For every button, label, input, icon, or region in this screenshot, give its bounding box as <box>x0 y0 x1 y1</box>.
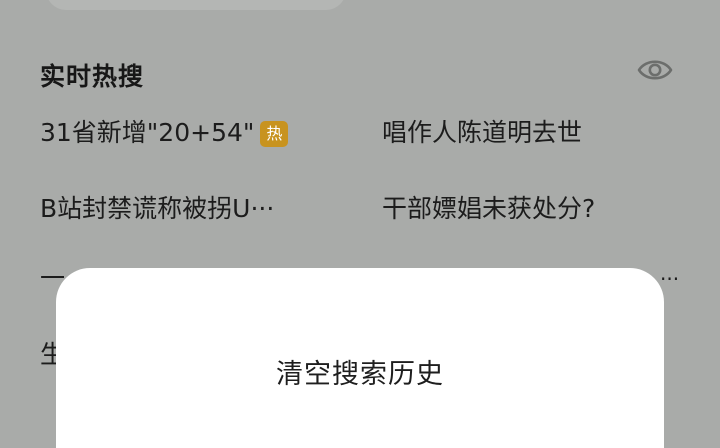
eye-icon[interactable] <box>636 56 674 84</box>
hot-search-title: 实时热搜 <box>40 62 145 91</box>
hot-search-item-3[interactable]: B站封禁谎称被拐U··· <box>40 194 274 224</box>
hot-search-item-4[interactable]: 干部嫖娼未获处分? <box>382 194 595 224</box>
dialog-title: 清空搜索历史 <box>276 359 444 390</box>
hot-search-item-1[interactable]: 31省新增"20+54" 热 <box>40 118 289 148</box>
search-bar-edge[interactable] <box>46 0 346 10</box>
hot-search-item-2[interactable]: 唱作人陈道明去世 <box>382 118 582 148</box>
hot-search-item-6-partial: ··· <box>660 267 680 291</box>
clear-history-dialog: 清空搜索历史 <box>56 268 664 448</box>
hot-search-item-1-text: 31省新增"20+54" <box>40 118 255 147</box>
hot-badge: 热 <box>260 121 289 147</box>
